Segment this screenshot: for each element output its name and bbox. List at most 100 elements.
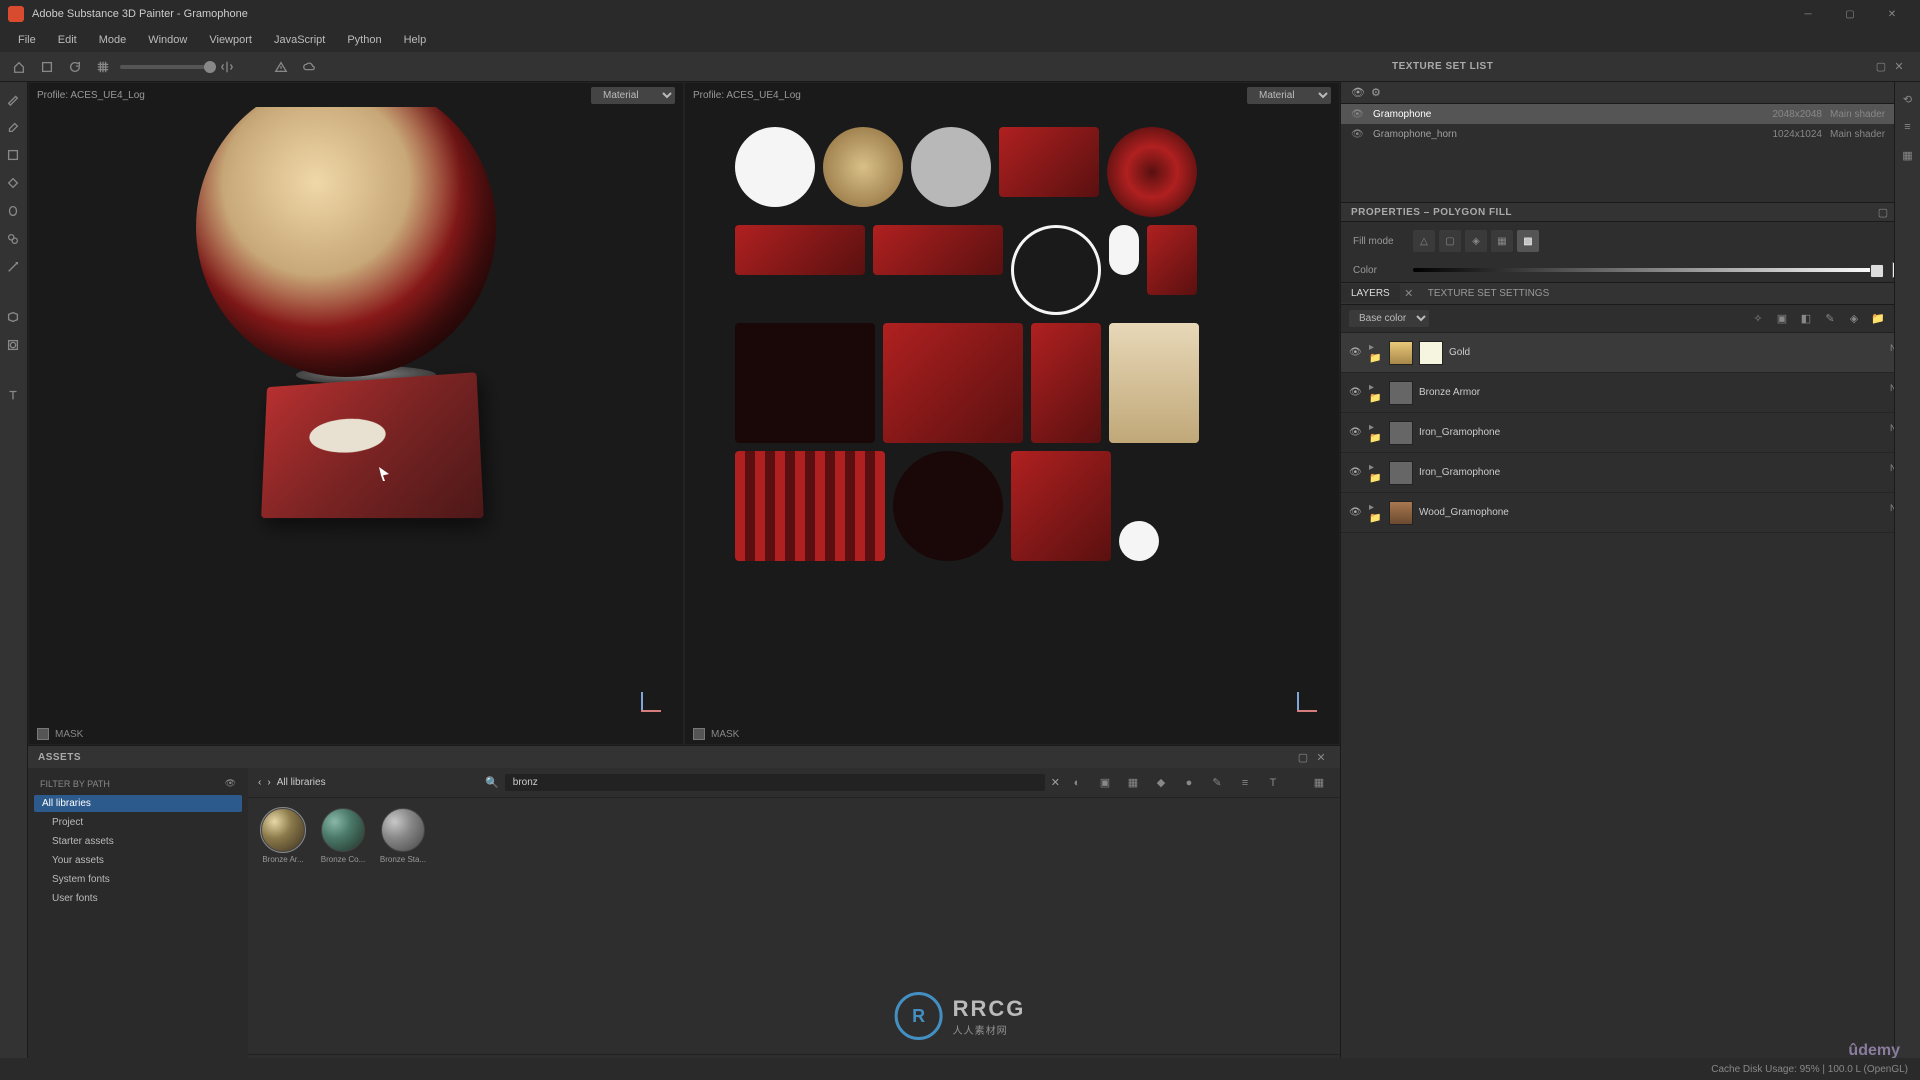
layer-row[interactable]: 👁 ▸📁 Gold Norm 100 [1341,333,1920,373]
breadcrumb[interactable]: ‹ › All libraries [258,777,326,788]
filter-alphas-icon[interactable]: ◆ [1150,772,1172,794]
tsl-undock-icon[interactable]: ▢ [1872,58,1890,76]
projection-tool-icon[interactable] [0,142,26,168]
lib-project[interactable]: Project [34,814,242,831]
chevron-left-icon[interactable]: ‹ [258,777,261,788]
filter-brushes-icon[interactable]: ● [1178,772,1200,794]
channel-dropdown-3d[interactable]: Material [591,87,675,104]
lib-your-assets[interactable]: Your assets [34,852,242,869]
folder-icon[interactable]: ▸📁 [1369,502,1383,524]
eye-icon[interactable]: 👁 [1349,387,1363,398]
folder-icon[interactable]: ▸📁 [1369,382,1383,404]
layer-row[interactable]: 👁 ▸📁 Wood_Gramophone Norm 100 [1341,493,1920,533]
assets-search-input[interactable] [505,774,1045,791]
asset-thumb[interactable]: Bronze Sta... [378,808,428,864]
viewport-2d-canvas[interactable] [685,107,1339,724]
texture-set-row[interactable]: 👁 Gramophone_horn 1024x1024 Main shader [1341,124,1920,144]
paint-tool-icon[interactable] [0,86,26,112]
add-folder-icon[interactable]: 📁 [1868,309,1888,329]
log-icon[interactable]: ≡ [1897,116,1919,138]
tab-texture-set-settings[interactable]: TEXTURE SET SETTINGS [1418,284,1560,303]
history-icon[interactable]: ⟲ [1897,88,1919,110]
layer-row[interactable]: 👁 ▸📁 Iron_Gramophone Norm 100 [1341,413,1920,453]
eye-icon[interactable]: 👁 [1351,109,1365,120]
layer-thumb[interactable] [1389,461,1413,485]
channel-selector[interactable]: Base color [1349,310,1429,327]
layers-tab-close-icon[interactable]: ✕ [1400,285,1418,303]
visibility-toggle-icon[interactable]: 👁 [1351,86,1365,99]
asset-thumb[interactable]: Bronze Co... [318,808,368,864]
viewport-3d-canvas[interactable] [29,107,683,724]
layer-thumb[interactable] [1389,501,1413,525]
fill-tool-icon[interactable] [0,170,26,196]
mask-swatch-2d[interactable] [693,728,705,740]
cloud-icon[interactable] [298,56,320,78]
clone-tool-icon[interactable] [0,226,26,252]
lib-starter-assets[interactable]: Starter assets [34,833,242,850]
filter-materials-icon[interactable]: ◐ [1066,772,1088,794]
text-tool-icon[interactable] [0,382,26,408]
properties-undock-icon[interactable]: ▢ [1874,203,1892,221]
eye-icon[interactable]: 👁 [1349,507,1363,518]
layer-mask-thumb[interactable] [1419,341,1443,365]
maximize-button[interactable]: ▢ [1830,2,1870,26]
color-slider[interactable] [1413,268,1882,272]
viewport-3d[interactable]: Profile: ACES_UE4_Log Material [28,82,684,745]
layer-name[interactable]: Gold [1449,347,1878,358]
axis-gizmo-3d[interactable] [641,682,671,712]
fill-triangle-icon[interactable]: △ [1413,230,1435,252]
close-button[interactable]: ✕ [1872,2,1912,26]
menu-mode[interactable]: Mode [89,31,137,49]
warn-icon[interactable] [270,56,292,78]
mask-icon[interactable]: ▣ [1772,309,1792,329]
material-picker-icon[interactable] [0,254,26,280]
home-icon[interactable] [8,56,30,78]
eye-icon[interactable]: 👁 [1349,467,1363,478]
folder-icon[interactable]: ▸📁 [1369,342,1383,364]
eye-icon[interactable]: 👁 [1349,347,1363,358]
lib-all-libraries[interactable]: All libraries [34,795,242,812]
viewport-2d[interactable]: Profile: ACES_UE4_Log Material [684,82,1340,745]
view-grid-icon[interactable]: ▦ [1308,772,1330,794]
filter-fonts-icon[interactable]: T [1262,772,1284,794]
tsl-close-icon[interactable]: ✕ [1890,58,1908,76]
texture-set-row[interactable]: 👁 Gramophone 2048x2048 Main shader [1341,104,1920,124]
menu-help[interactable]: Help [394,31,437,49]
fill-quad-icon[interactable]: ▢ [1439,230,1461,252]
layer-name[interactable]: Iron_Gramophone [1419,467,1878,478]
symmetry-icon[interactable] [216,56,238,78]
channel-dropdown-2d[interactable]: Material [1247,87,1331,104]
layer-thumb[interactable] [1389,421,1413,445]
fill-uv-icon[interactable]: ▦ [1491,230,1513,252]
stop-icon[interactable] [36,56,58,78]
menu-python[interactable]: Python [337,31,391,49]
minimize-button[interactable]: ─ [1788,2,1828,26]
filter-visibility-icon[interactable]: 👁 [225,778,236,789]
add-fill-layer-icon[interactable]: ◧ [1796,309,1816,329]
asset-thumb[interactable]: Bronze Ar... [258,808,308,864]
assets-undock-icon[interactable]: ▢ [1294,748,1312,766]
add-paint-layer-icon[interactable]: ✎ [1820,309,1840,329]
clear-search-icon[interactable]: ✕ [1051,776,1060,789]
layer-thumb[interactable] [1389,341,1413,365]
fill-object-icon[interactable]: ▩ [1517,230,1539,252]
filter-textures-icon[interactable]: ▦ [1122,772,1144,794]
refresh-icon[interactable] [64,56,86,78]
search-icon[interactable]: 🔍 [485,776,499,789]
lib-user-fonts[interactable]: User fonts [34,890,242,907]
axis-gizmo-2d[interactable] [1297,682,1327,712]
layer-row[interactable]: 👁 ▸📁 Iron_Gramophone Norm 100 [1341,453,1920,493]
layer-thumb[interactable] [1389,381,1413,405]
eraser-tool-icon[interactable] [0,114,26,140]
layer-row[interactable]: 👁 ▸📁 Bronze Armor Norm 100 [1341,373,1920,413]
layer-name[interactable]: Iron_Gramophone [1419,427,1878,438]
menu-edit[interactable]: Edit [48,31,87,49]
chevron-right-icon[interactable]: › [267,777,270,788]
layer-name[interactable]: Bronze Armor [1419,387,1878,398]
filter-tools-icon[interactable]: ✎ [1206,772,1228,794]
eye-icon[interactable]: 👁 [1351,129,1365,140]
mask-swatch-3d[interactable] [37,728,49,740]
folder-icon[interactable]: ▸📁 [1369,422,1383,444]
lib-system-fonts[interactable]: System fonts [34,871,242,888]
shelf-icon[interactable]: ▦ [1897,144,1919,166]
